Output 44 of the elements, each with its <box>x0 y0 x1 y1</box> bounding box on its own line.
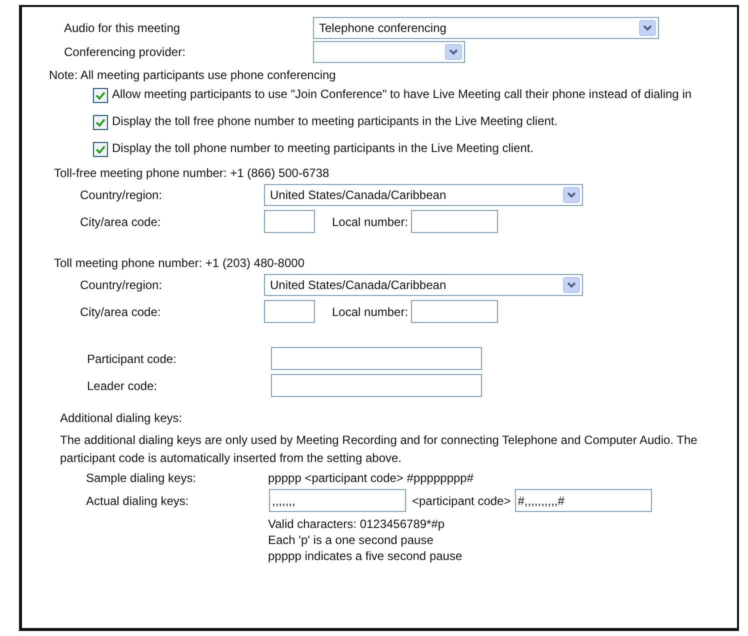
field-label: Actual dialing keys: <box>86 494 190 508</box>
section-heading: Toll-free meeting phone number: +1 (866) 500-6738 <box>54 166 330 180</box>
chevron-down-icon <box>563 187 580 203</box>
field-label: City/area code: <box>80 214 162 228</box>
field-label: Country/region: <box>80 278 164 292</box>
section-heading: Toll meeting phone number: +1 (203) 480-8000 <box>54 256 304 270</box>
input-field[interactable] <box>264 210 315 233</box>
field-label: Country/region: <box>80 188 164 202</box>
checkbox-label: Display the toll phone number to meeting participants in the Live Meeting client. <box>112 140 534 157</box>
input-field[interactable] <box>264 300 315 323</box>
field-label: Audio for this meeting <box>64 21 182 35</box>
dropdown[interactable]: United States/Canada/Caribbean <box>264 184 583 206</box>
input-field[interactable] <box>271 347 482 370</box>
checkbox-label: Allow meeting participants to use "Join Conference" to have Live Meeting call their phone instead of dialing in <box>112 86 692 103</box>
chevron-down-icon <box>445 44 462 60</box>
checkbox[interactable] <box>93 115 108 130</box>
hint-text: Each 'p' is a one second pause <box>268 532 434 548</box>
input-field[interactable] <box>411 210 498 233</box>
chevron-down-icon <box>639 20 656 36</box>
section-heading: Additional dialing keys: <box>60 411 182 425</box>
input-field[interactable]: #,,,,,,,,,,# <box>514 489 652 512</box>
dropdown[interactable]: Telephone conferencing <box>313 17 659 39</box>
field-label: Sample dialing keys: <box>86 471 198 485</box>
field-label: Local number: <box>332 214 408 228</box>
field-label: City/area code: <box>80 304 162 318</box>
field-label: Leader code: <box>87 378 158 392</box>
checkbox-label: Display the toll free phone number to meeting participants in the Live Meeting client. <box>112 113 558 130</box>
dropdown[interactable]: United States/Canada/Caribbean <box>264 274 583 296</box>
field-label: Participant code: <box>87 352 178 366</box>
checkbox[interactable] <box>93 142 108 157</box>
field-label: Conferencing provider: <box>64 45 186 59</box>
dropdown[interactable] <box>313 41 465 63</box>
field-label: <participant code> <box>412 494 511 508</box>
chevron-down-icon <box>563 277 580 293</box>
sample-keys-text: ppppp <participant code> #pppppppp# <box>268 471 474 485</box>
checkbox[interactable] <box>93 88 108 103</box>
hint-text: ppppp indicates a five second pause <box>268 548 464 564</box>
field-label: Local number: <box>332 304 408 318</box>
note-text: Note: All meeting participants use phone conferencing <box>49 68 336 82</box>
input-field[interactable] <box>411 300 498 323</box>
input-field[interactable] <box>271 374 482 397</box>
description-text: The additional dialing keys are only used by Meeting Recording and for connecting Telephone and Computer Audio. The participant code is automatically inserted from the setting above. <box>60 432 698 467</box>
hint-text: Valid characters: 0123456789*#p <box>268 516 446 532</box>
input-field[interactable]: ,,,,,,, <box>269 489 406 512</box>
